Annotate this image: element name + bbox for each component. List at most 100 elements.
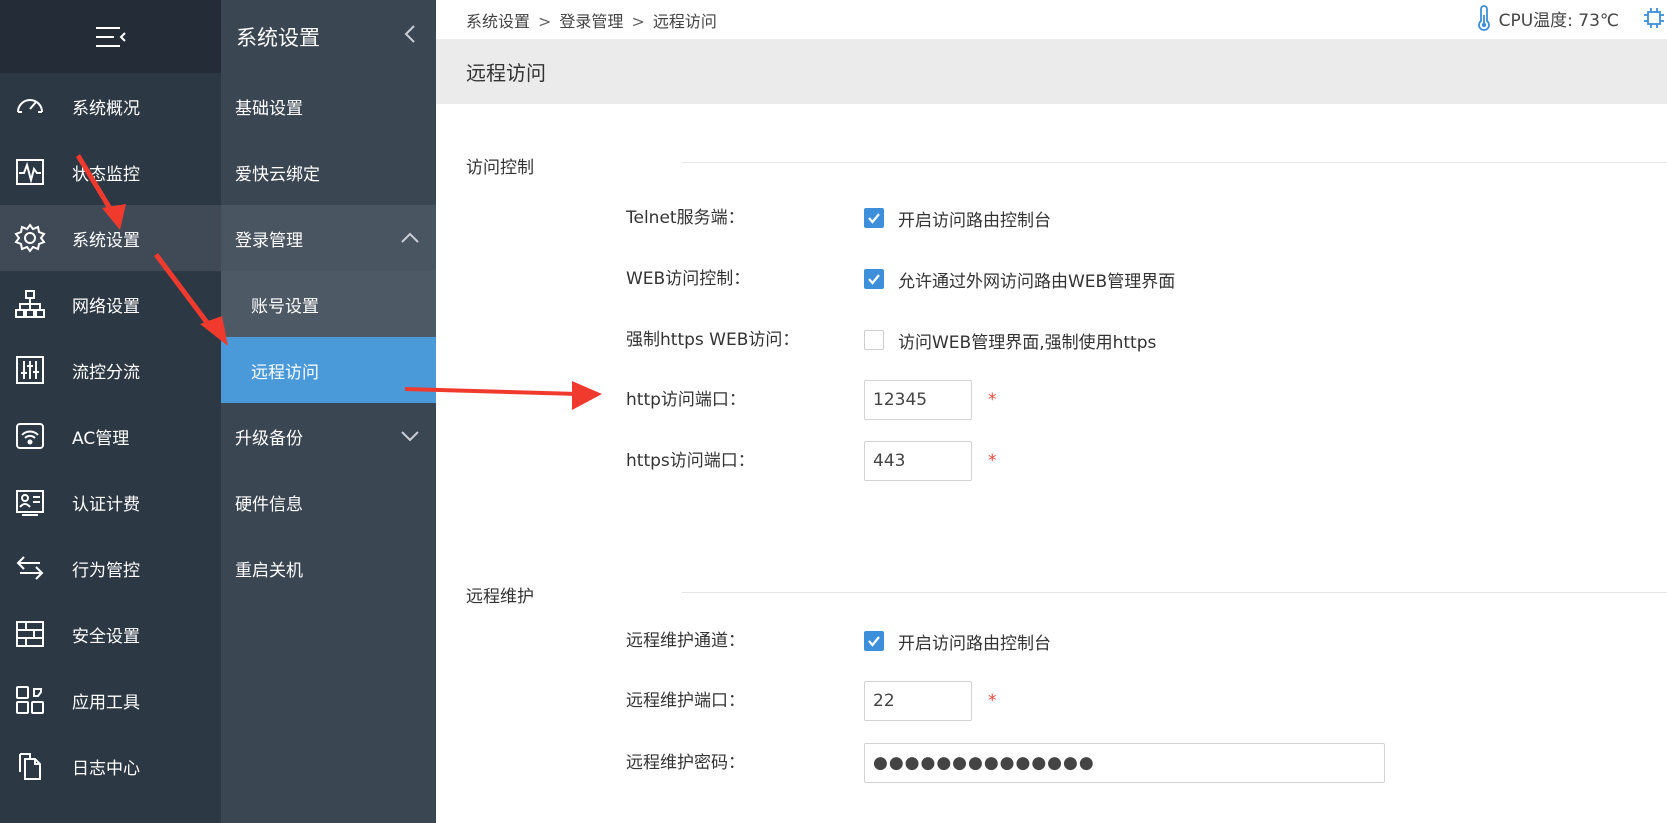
section-title-remote-maintenance: 远程维护 [466, 587, 534, 607]
http-port-input[interactable] [864, 380, 972, 420]
checkbox-label: 访问WEB管理界面,强制使用https [898, 332, 1157, 353]
submenu-sidebar: 系统设置 基础设置 爱快云绑定 登录管理 账号设置 远程访问 升级备份 硬件信息… [221, 0, 436, 823]
field-label: https访问端口： [626, 451, 755, 471]
form-row-maint-port: 远程维护端口： * [626, 681, 1626, 721]
nav-item-tools[interactable]: 应用工具 [0, 667, 221, 733]
breadcrumb-item[interactable]: 系统设置 [466, 12, 530, 31]
nav-item-ac[interactable]: AC管理 [0, 403, 221, 469]
breadcrumb-current: 远程访问 [652, 12, 717, 31]
chevron-left-icon [404, 25, 415, 43]
apps-icon [14, 684, 46, 716]
page-header: 远程访问 [436, 39, 1667, 104]
breadcrumb-separator: > [631, 12, 645, 31]
nav-item-monitor[interactable]: 状态监控 [0, 139, 221, 205]
submenu-title: 系统设置 [236, 25, 320, 50]
sidebar-collapse-button[interactable] [0, 0, 221, 73]
nav-item-traffic[interactable]: 流控分流 [0, 337, 221, 403]
field-label: http访问端口： [626, 390, 746, 410]
required-mark: * [988, 390, 997, 410]
nav-item-label: 系统概况 [72, 98, 140, 119]
submenu-item-label: 基础设置 [235, 98, 303, 119]
maint-channel-checkbox[interactable] [864, 631, 884, 651]
dashboard-icon [14, 90, 46, 122]
sliders-icon [14, 354, 46, 386]
nav-item-label: 安全设置 [72, 626, 140, 647]
checkbox-label: 开启访问路由控制台 [898, 210, 1051, 231]
nav-item-security[interactable]: 安全设置 [0, 601, 221, 667]
force-https-checkbox-group[interactable]: 访问WEB管理界面,强制使用https [864, 320, 1156, 360]
required-mark: * [988, 451, 997, 471]
nav-item-label: 应用工具 [72, 692, 140, 713]
nav-item-network[interactable]: 网络设置 [0, 271, 221, 337]
chevron-down-icon [401, 431, 419, 442]
https-port-input[interactable] [864, 441, 972, 481]
checkbox-label: 允许通过外网访问路由WEB管理界面 [898, 271, 1176, 292]
submenu-item-label: 重启关机 [235, 560, 303, 581]
nav-item-system-settings[interactable]: 系统设置 [0, 205, 221, 271]
section-divider [682, 592, 1667, 593]
breadcrumb: 系统设置 > 登录管理 > 远程访问 [466, 8, 717, 32]
telnet-checkbox[interactable] [864, 208, 884, 228]
network-icon [14, 288, 46, 320]
documents-icon [14, 750, 46, 782]
cpu-temperature: CPU温度: 73℃ [1477, 5, 1667, 31]
submenu-item-cloud-bind[interactable]: 爱快云绑定 [221, 139, 436, 205]
telnet-checkbox-group[interactable]: 开启访问路由控制台 [864, 198, 1051, 238]
maint-port-input[interactable] [864, 681, 972, 721]
nav-item-label: 流控分流 [72, 362, 140, 383]
nav-item-overview[interactable]: 系统概况 [0, 73, 221, 139]
gear-icon [14, 222, 46, 254]
maint-channel-checkbox-group[interactable]: 开启访问路由控制台 [864, 621, 1051, 661]
checkbox-label: 开启访问路由控制台 [898, 633, 1051, 654]
nav-item-auth[interactable]: 认证计费 [0, 469, 221, 535]
check-icon [868, 636, 880, 647]
force-https-checkbox[interactable] [864, 330, 884, 350]
check-icon [868, 274, 880, 285]
submenu-item-login-management[interactable]: 登录管理 [221, 205, 436, 271]
form-row-force-https: 强制https WEB访问： 访问WEB管理界面,强制使用https [626, 320, 1626, 360]
form-row-maint-password: 远程维护密码： [626, 743, 1626, 783]
submenu-item-remote-access[interactable]: 远程访问 [221, 337, 436, 403]
menu-collapse-icon [95, 26, 126, 47]
section-title-access-control: 访问控制 [466, 158, 534, 178]
nav-item-label: 状态监控 [72, 164, 140, 185]
web-access-checkbox-group[interactable]: 允许通过外网访问路由WEB管理界面 [864, 259, 1175, 299]
field-label: 远程维护密码： [626, 753, 745, 773]
swap-arrows-icon [14, 552, 46, 584]
web-access-checkbox[interactable] [864, 269, 884, 289]
submenu-item-label: 登录管理 [235, 230, 303, 251]
nav-item-label: 系统设置 [72, 230, 140, 251]
submenu-item-label: 升级备份 [235, 428, 303, 449]
submenu-item-upgrade-backup[interactable]: 升级备份 [221, 403, 436, 469]
submenu-item-basic[interactable]: 基础设置 [221, 73, 436, 139]
top-bar: 系统设置 > 登录管理 > 远程访问 CPU温度: 73℃ [436, 0, 1667, 38]
main-sidebar: 系统概况 状态监控 系统设置 网络设置 流控分流 AC管理 认证计费 行为管控 … [0, 0, 221, 823]
check-icon [868, 213, 880, 224]
submenu-item-label: 硬件信息 [235, 494, 303, 515]
firewall-icon [14, 618, 46, 650]
nav-item-behavior[interactable]: 行为管控 [0, 535, 221, 601]
submenu-item-reboot[interactable]: 重启关机 [221, 535, 436, 601]
maint-password-input[interactable] [864, 743, 1385, 783]
thermometer-icon [1477, 5, 1490, 31]
submenu-item-hardware[interactable]: 硬件信息 [221, 469, 436, 535]
form-row-web-access: WEB访问控制： 允许通过外网访问路由WEB管理界面 [626, 259, 1626, 299]
submenu-item-label: 远程访问 [251, 362, 319, 383]
nav-item-label: AC管理 [72, 428, 130, 449]
submenu-collapse-button[interactable] [404, 24, 416, 49]
submenu-item-label: 账号设置 [251, 296, 319, 317]
nav-item-label: 认证计费 [72, 494, 140, 515]
wifi-icon [14, 420, 46, 452]
nav-item-label: 网络设置 [72, 296, 140, 317]
submenu-item-label: 爱快云绑定 [235, 164, 320, 185]
chevron-up-icon [401, 232, 419, 243]
form-row-http-port: http访问端口： * [626, 380, 1626, 420]
submenu-item-account[interactable]: 账号设置 [221, 271, 436, 337]
required-mark: * [988, 691, 997, 711]
cpu-chip-icon[interactable] [1641, 5, 1667, 31]
field-label: 远程维护通道： [626, 631, 745, 651]
breadcrumb-item[interactable]: 登录管理 [559, 12, 623, 31]
field-label: WEB访问控制： [626, 269, 751, 289]
nav-item-label: 行为管控 [72, 560, 140, 581]
nav-item-logs[interactable]: 日志中心 [0, 733, 221, 799]
